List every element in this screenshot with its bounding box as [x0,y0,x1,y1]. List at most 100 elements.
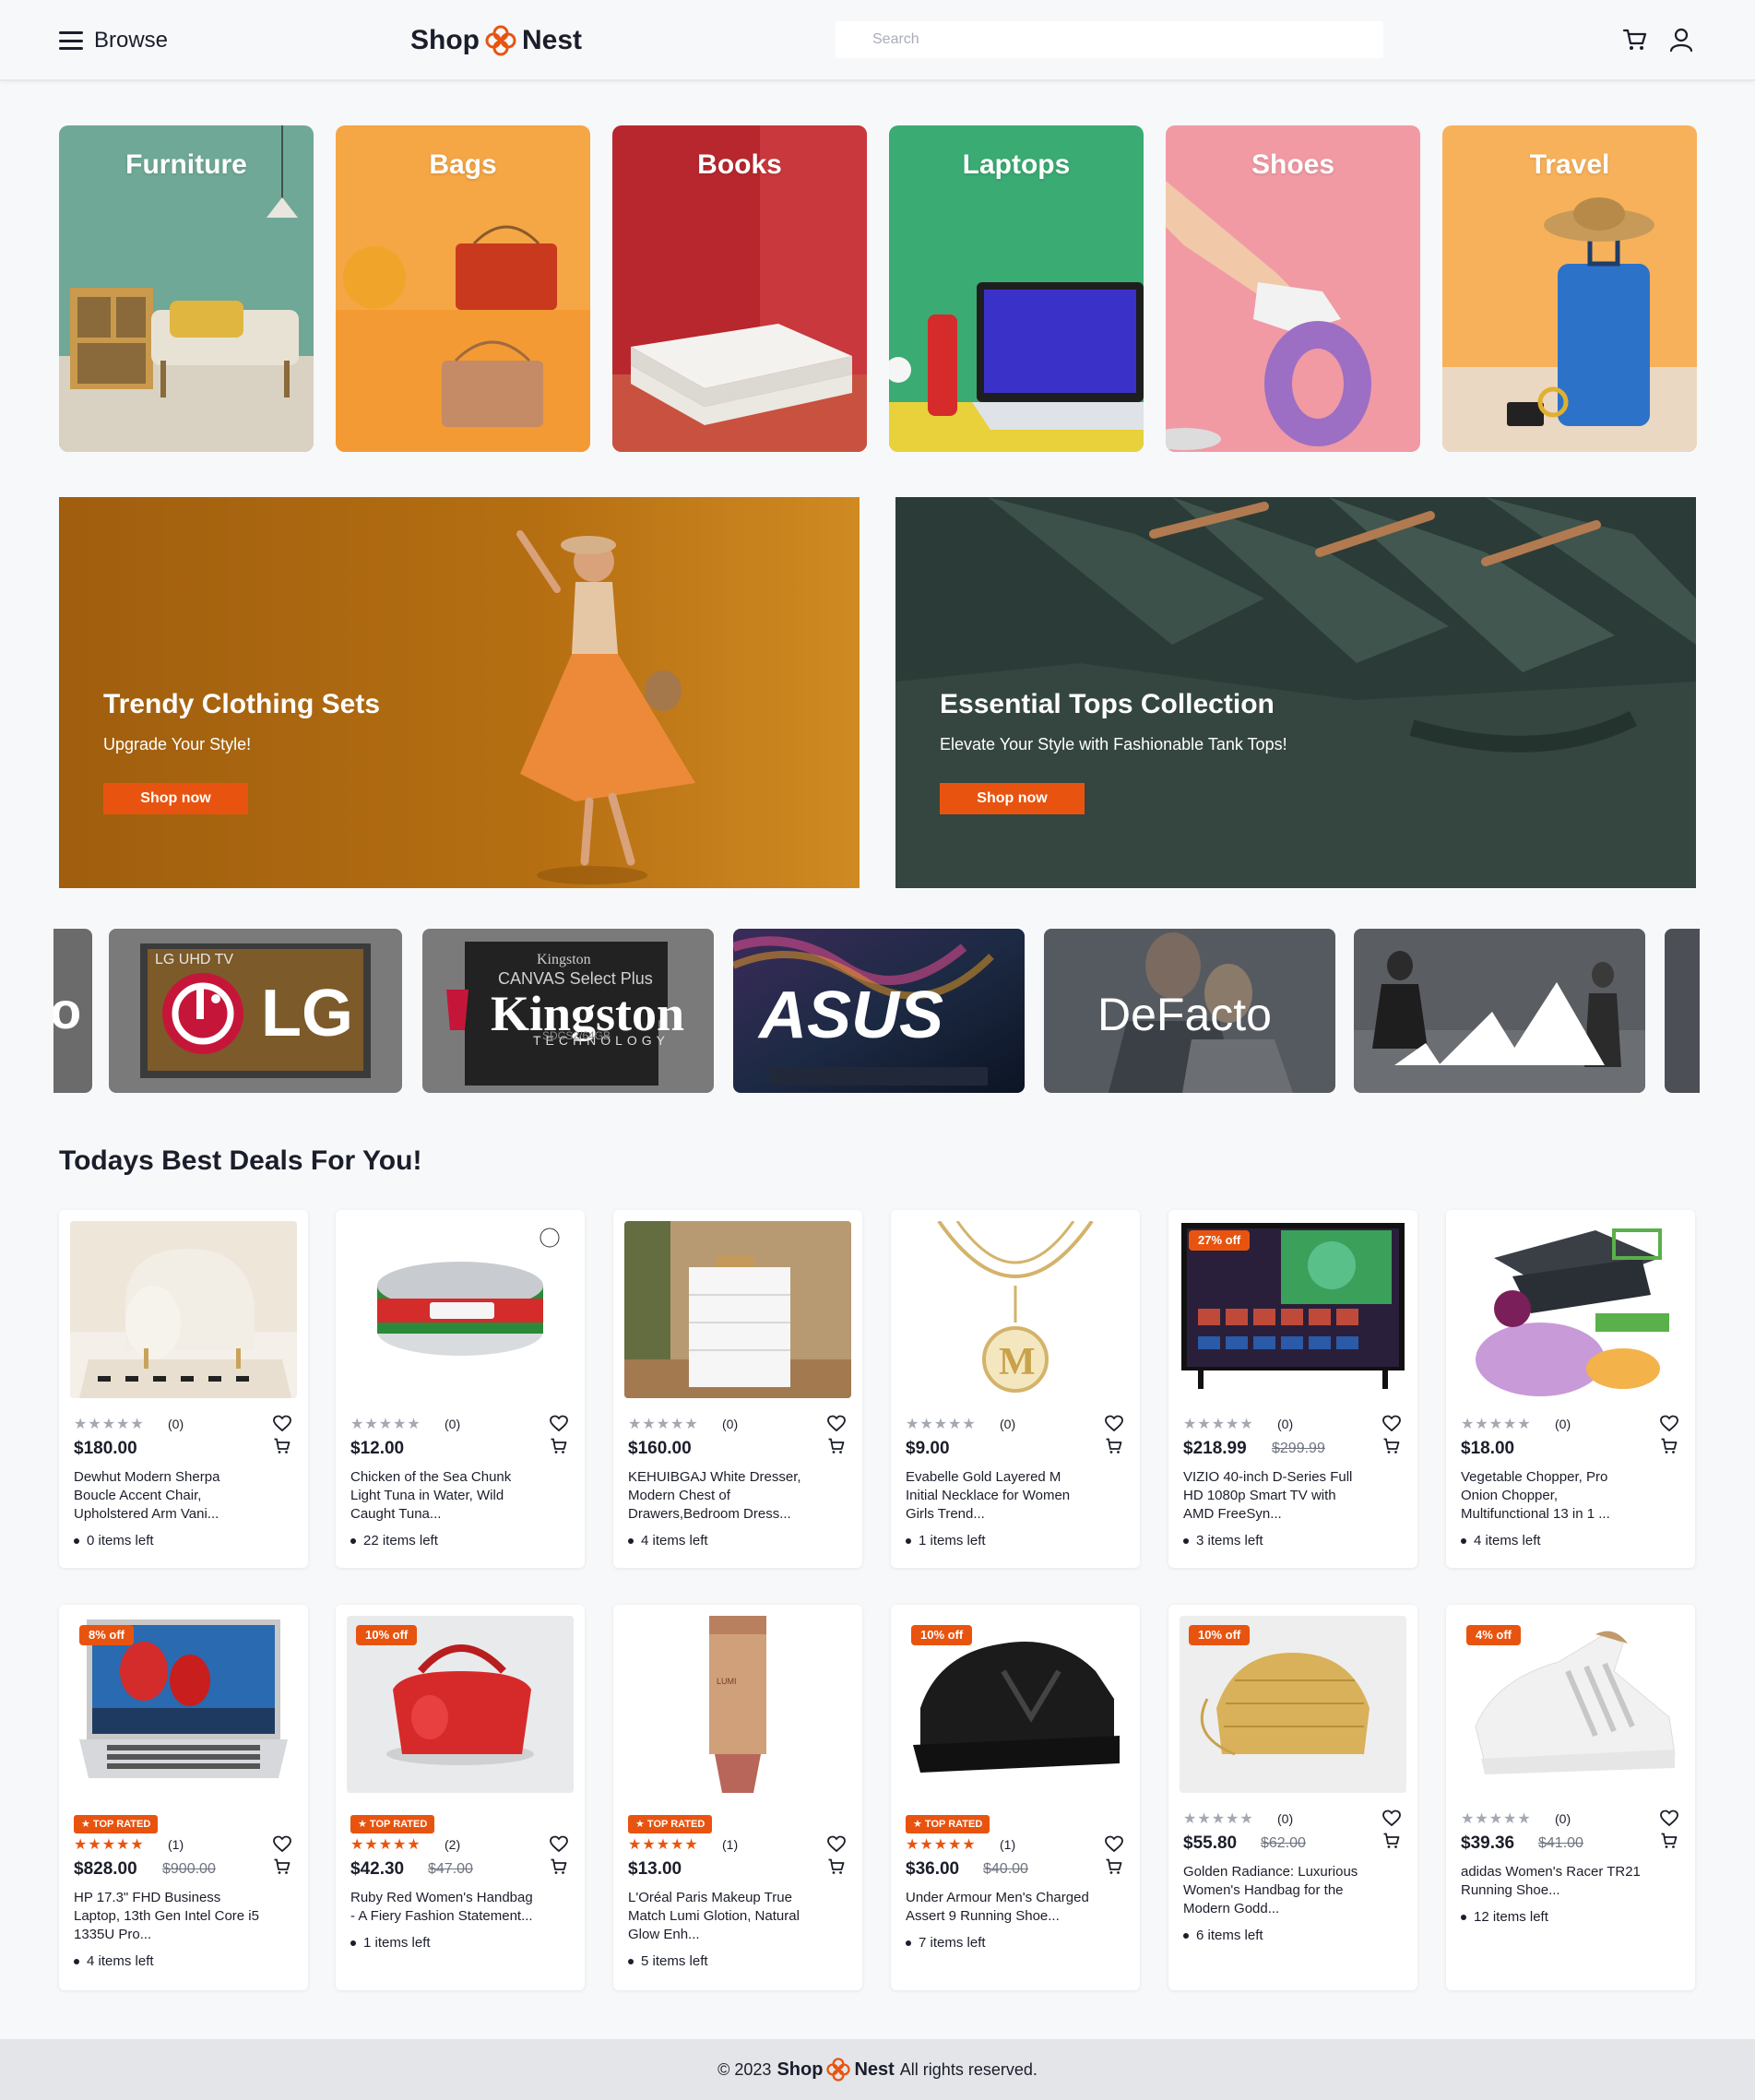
logo-text-left: Shop [410,25,480,55]
brand-partial-left[interactable]: o [53,929,92,1093]
add-to-cart-icon[interactable] [550,1437,568,1455]
review-count: (0) [168,1417,184,1431]
rating-stars: ★★★★★ [350,1837,421,1853]
product-title[interactable]: Golden Radiance: Luxurious Women's Handb… [1183,1863,1401,1918]
product-image[interactable] [624,1221,851,1398]
stock-status: 12 items left [1461,1909,1548,1925]
product-card[interactable]: 10% off ★ TOP RATED ★★★★★ (1) $36.00 $40… [891,1605,1140,1990]
product-title[interactable]: Vegetable Chopper, Pro Onion Chopper, Mu… [1461,1468,1678,1524]
add-to-cart-icon[interactable] [550,1857,568,1876]
add-to-cart-icon[interactable] [1382,1832,1401,1850]
add-to-cart-icon[interactable] [1105,1437,1123,1455]
category-books[interactable]: Books [612,125,867,452]
product-card[interactable]: 27% off ★★★★★ (0) $218.99 $299.99 VIZIO … [1168,1210,1417,1568]
heart-icon[interactable] [550,1415,568,1433]
product-title[interactable]: Evabelle Gold Layered M Initial Necklace… [906,1468,1123,1524]
shop-now-button[interactable]: Shop now [940,783,1085,814]
product-title-line: Multifunctional 13 in 1 ... [1461,1506,1610,1522]
brand-lg[interactable]: LG UHD TV LG [109,929,402,1093]
kingston-logo-image: Kingston CANVAS Select Plus Kingston TEC… [422,929,714,1093]
add-to-cart-icon[interactable] [273,1857,291,1876]
add-to-cart-icon[interactable] [827,1437,846,1455]
brand-asus[interactable]: ASUS [733,929,1025,1093]
stock-status: 6 items left [1183,1928,1263,1943]
add-to-cart-icon[interactable] [1660,1437,1678,1455]
product-card[interactable]: ★★★★★ (0) $12.00 Chicken of the Sea Chun… [336,1210,585,1568]
banner-trendy-clothing[interactable]: Trendy Clothing Sets Upgrade Your Style!… [59,497,860,888]
product-card[interactable]: 10% off ★ TOP RATED ★★★★★ (2) $42.30 $47… [336,1605,585,1990]
product-card[interactable]: ★★★★★ (0) $160.00 KEHUIBGAJ White Dresse… [613,1210,862,1568]
product-card[interactable]: ★★★★★ (0) $18.00 Vegetable Chopper, Pro … [1446,1210,1695,1568]
banner-essential-tops[interactable]: Essential Tops Collection Elevate Your S… [895,497,1696,888]
product-image[interactable] [70,1221,297,1398]
shop-now-button[interactable]: Shop now [103,783,248,814]
review-count: (2) [445,1837,461,1852]
product-card[interactable]: M ★★★★★ (0) $9.00 Evabelle Gold Layered … [891,1210,1140,1568]
stock-dot [628,1537,634,1544]
add-to-cart-icon[interactable] [1105,1857,1123,1876]
search-input[interactable] [836,21,1383,58]
category-laptops[interactable]: Laptops [889,125,1144,452]
product-price: $12.00 [350,1439,405,1458]
product-title-line: Assert 9 Running Shoe... [906,1908,1060,1924]
category-bags[interactable]: Bags [336,125,590,452]
add-to-cart-icon[interactable] [273,1437,291,1455]
product-image[interactable] [347,1221,574,1398]
category-travel[interactable]: Travel [1442,125,1697,452]
heart-icon[interactable] [273,1415,291,1433]
product-title-line: Evabelle Gold Layered M [906,1469,1061,1485]
product-title[interactable]: VIZIO 40-inch D-Series Full HD 1080p Sma… [1183,1468,1401,1524]
browse-menu-button[interactable]: Browse [59,26,168,55]
kingston-canvas-text: CANVAS Select Plus [498,969,653,988]
product-title[interactable]: Under Armour Men's Charged Assert 9 Runn… [906,1889,1123,1926]
product-image[interactable]: LUMI [624,1616,851,1793]
add-to-cart-icon[interactable] [1660,1832,1678,1850]
heart-icon[interactable] [1105,1835,1123,1854]
discount-badge: 8% off [79,1625,134,1645]
discount-badge: 10% off [356,1625,418,1645]
heart-icon[interactable] [827,1835,846,1854]
stock-dot [1461,1537,1466,1544]
product-title[interactable]: L'Oréal Paris Makeup True Match Lumi Glo… [628,1889,846,1944]
brand-partial-right[interactable] [1665,929,1700,1093]
heart-icon[interactable] [273,1835,291,1854]
product-image[interactable]: M [902,1221,1129,1398]
stock-text: 3 items left [1196,1533,1263,1548]
heart-icon[interactable] [827,1415,846,1433]
heart-icon[interactable] [1105,1415,1123,1433]
product-title[interactable]: KEHUIBGAJ White Dresser, Modern Chest of… [628,1468,846,1524]
heart-icon[interactable] [1660,1809,1678,1828]
review-count: (0) [1555,1811,1571,1826]
stock-text: 1 items left [919,1533,986,1548]
product-title[interactable]: HP 17.3" FHD Business Laptop, 13th Gen I… [74,1889,291,1944]
heart-icon[interactable] [1660,1415,1678,1433]
stock-text: 4 items left [87,1953,154,1969]
category-shoes[interactable]: Shoes [1166,125,1420,452]
category-furniture[interactable]: Furniture [59,125,314,452]
asus-logo-image: ASUS [733,929,1025,1093]
product-card[interactable]: ★★★★★ (0) $180.00 Dewhut Modern Sherpa B… [59,1210,308,1568]
product-image[interactable] [1457,1221,1684,1398]
product-card[interactable]: 4% off ★★★★★ (0) $39.36 $41.00 adidas Wo… [1446,1605,1695,1990]
brand-adidas[interactable] [1354,929,1645,1093]
stock-dot [74,1537,79,1544]
product-title[interactable]: Dewhut Modern Sherpa Boucle Accent Chair… [74,1468,291,1524]
footer-logo[interactable]: Shop Nest [777,2058,895,2082]
product-card[interactable]: LUMI ★ TOP RATED ★★★★★ (1) $13.00 L'Oréa… [613,1605,862,1990]
product-title[interactable]: Chicken of the Sea Chunk Light Tuna in W… [350,1468,568,1524]
cart-icon[interactable] [1621,26,1649,53]
product-title[interactable]: adidas Women's Racer TR21 Running Shoe..… [1461,1863,1678,1900]
heart-icon[interactable] [1382,1809,1401,1828]
heart-icon[interactable] [550,1835,568,1854]
product-title[interactable]: Ruby Red Women's Handbag - A Fiery Fashi… [350,1889,568,1926]
user-icon[interactable] [1667,26,1695,53]
add-to-cart-icon[interactable] [827,1857,846,1876]
brand-defacto[interactable]: DeFacto [1044,929,1335,1093]
logo[interactable]: Shop Nest [410,22,582,59]
heart-icon[interactable] [1382,1415,1401,1433]
product-card[interactable]: 8% off ★ TOP RATED ★★★★★ (1) $828.00 $90… [59,1605,308,1990]
add-to-cart-icon[interactable] [1382,1437,1401,1455]
lg-word: LG [261,977,353,1050]
brand-kingston[interactable]: Kingston CANVAS Select Plus Kingston TEC… [422,929,714,1093]
product-card[interactable]: 10% off ★★★★★ (0) $55.80 $62.00 Golden R… [1168,1605,1417,1990]
